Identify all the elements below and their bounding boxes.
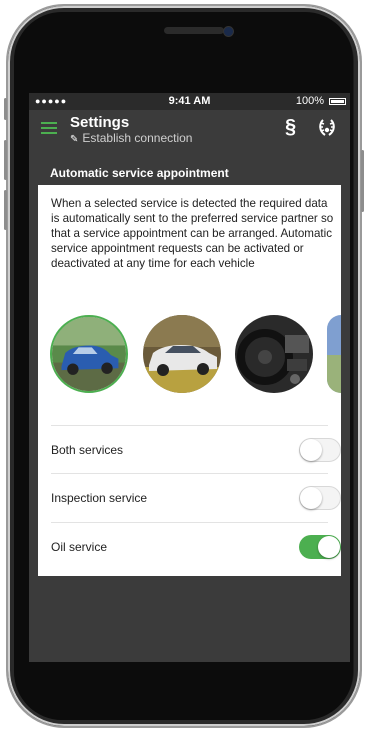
toggle-knob [318,536,340,558]
battery-icon [329,98,346,105]
car-interior-image [235,315,313,393]
speaker-grille [164,27,224,34]
mute-switch [4,98,7,120]
service-row-oil: Oil service [51,522,341,571]
service-label: Inspection service [51,491,148,505]
volume-up-button [4,140,7,180]
vehicle-thumbnail-4[interactable] [327,315,341,393]
section-title: Automatic service appointment [50,166,229,180]
app-header: Settings ✎ Establish connection § [29,110,350,147]
partial-vehicle-image [327,315,341,393]
inspection-service-toggle[interactable] [299,486,341,510]
toggle-knob [300,439,322,461]
oil-service-toggle[interactable] [299,535,341,559]
both-services-toggle[interactable] [299,438,341,462]
menu-icon[interactable] [41,122,57,136]
front-camera [223,26,234,37]
silver-car-image [143,315,221,393]
power-button [361,150,364,212]
service-row-both: Both services [51,425,341,474]
vehicle-thumbnail-3[interactable] [235,315,313,393]
paragraph-icon[interactable]: § [285,116,296,139]
page-title: Settings [70,114,130,131]
service-label: Oil service [51,540,108,554]
app-screen: ●●●●● 9:41 AM 100% Settings ✎ Establish c… [29,93,350,662]
laurel-icon[interactable] [316,117,338,139]
status-bar: ●●●●● 9:41 AM 100% [29,93,350,110]
service-row-inspection: Inspection service [51,473,341,522]
vehicle-thumbnail-2[interactable] [143,315,221,393]
volume-down-button [4,190,7,230]
service-label: Both services [51,443,124,457]
blue-car-image [52,317,126,391]
toggle-knob [300,487,322,509]
settings-card: When a selected service is detected the … [38,185,341,576]
battery-percentage: 100% [295,95,324,107]
plug-icon: ✎ [70,134,79,145]
connection-label: Establish connection [82,131,193,145]
vehicle-thumbnail-1[interactable] [50,315,128,393]
connection-status[interactable]: ✎ Establish connection [70,131,192,145]
section-description: When a selected service is detected the … [51,197,334,270]
